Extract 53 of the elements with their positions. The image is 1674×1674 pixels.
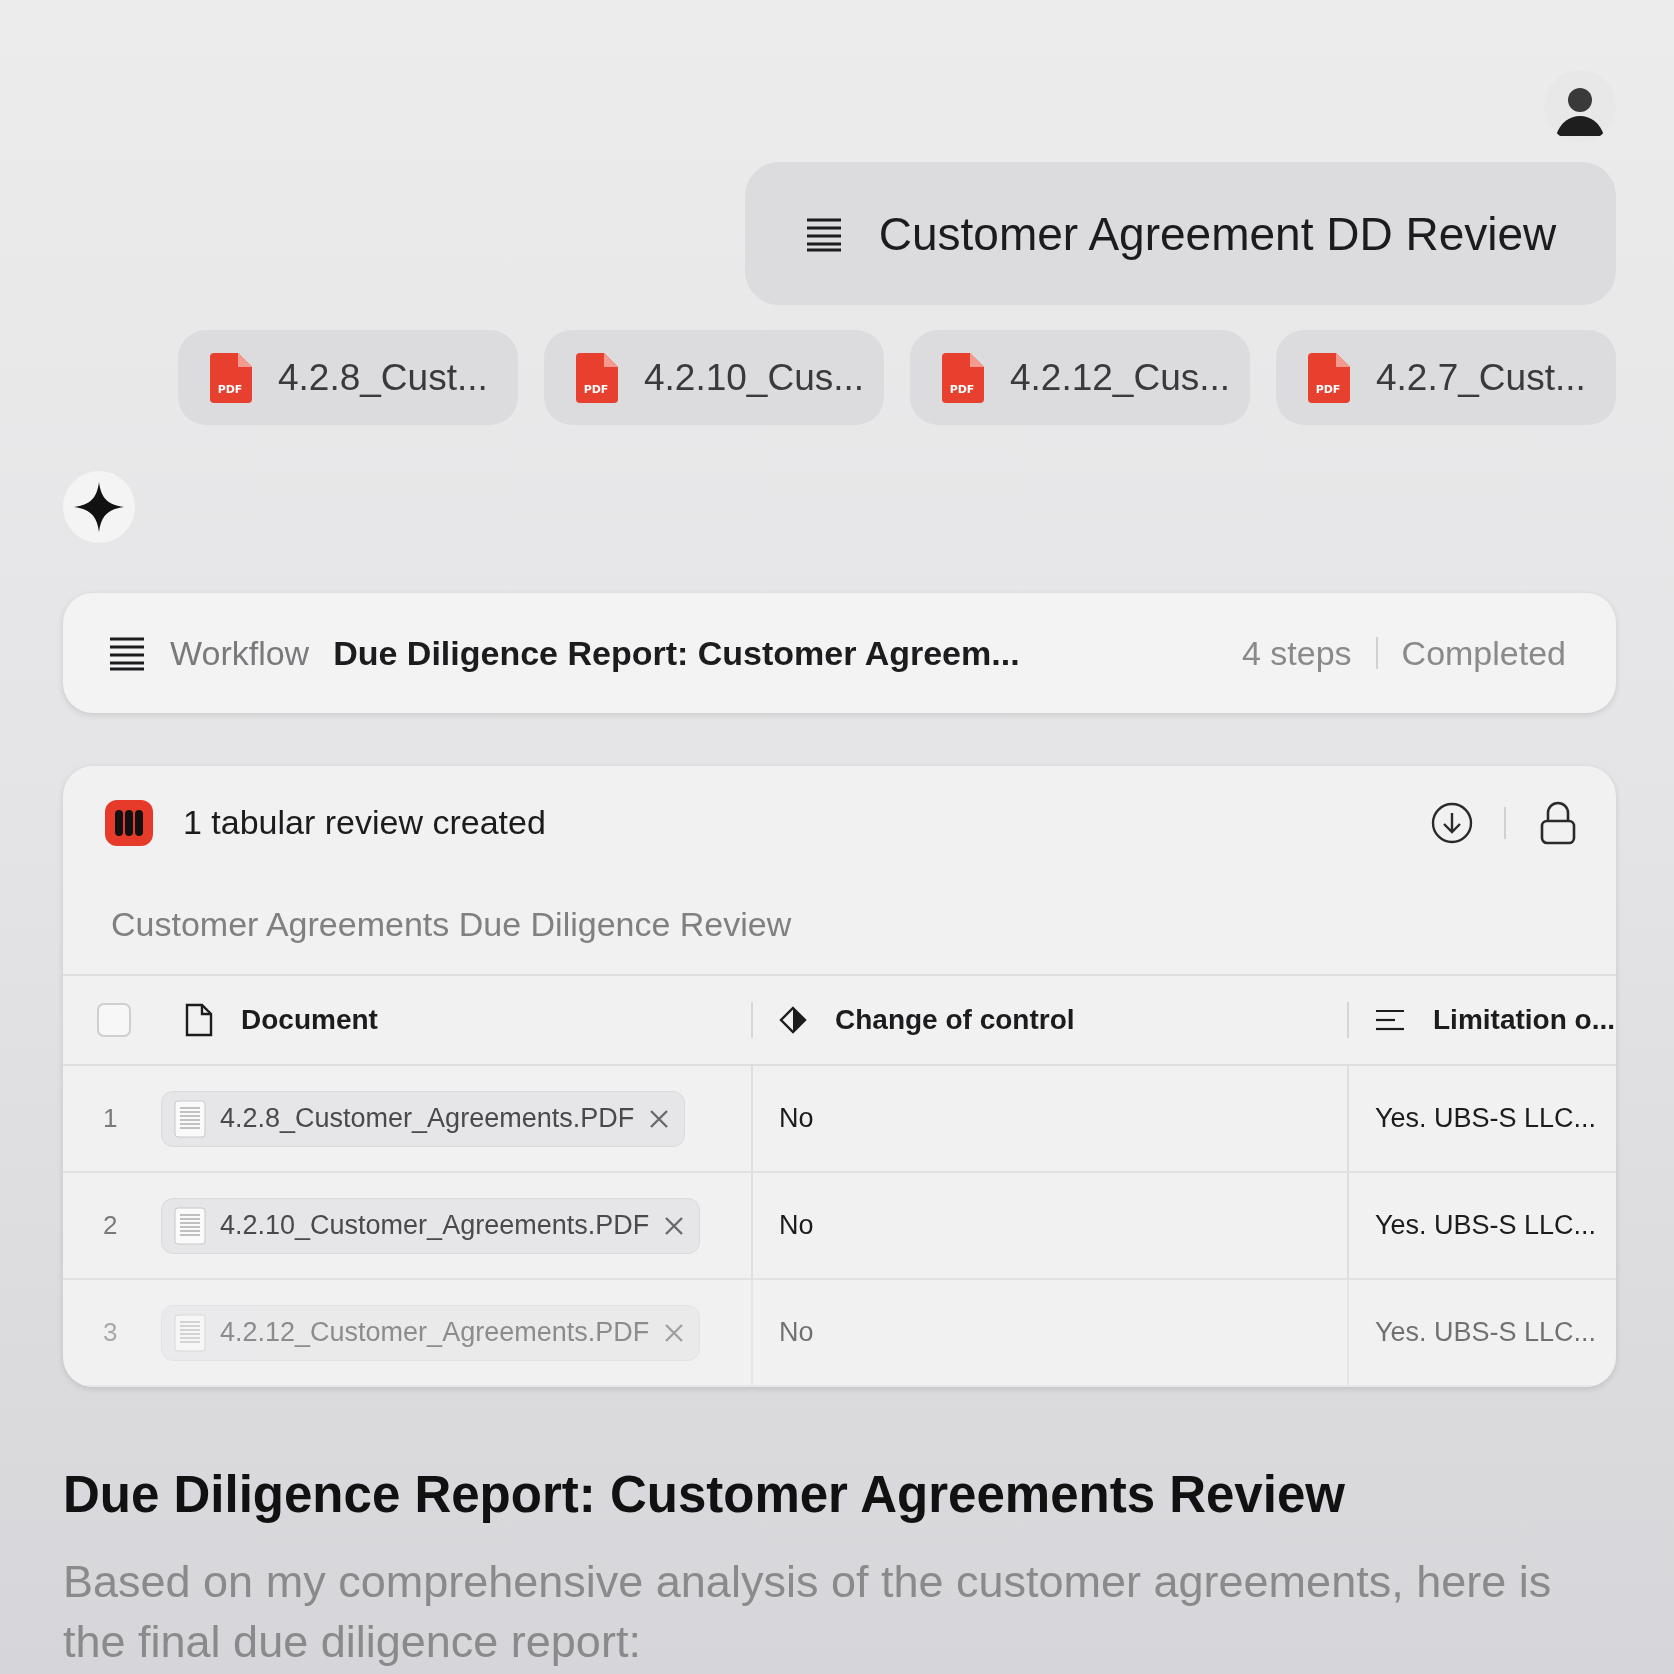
review-subtitle: Customer Agreements Due Diligence Review: [111, 905, 792, 944]
pdf-file-icon: PDF: [942, 352, 984, 403]
attachment-chip[interactable]: PDF 4.2.7_Cust...: [1276, 330, 1616, 425]
column-header[interactable]: Change of control: [835, 1004, 1075, 1036]
text-lines-icon: [1375, 1008, 1405, 1032]
diamond-icon: [779, 1006, 807, 1034]
step-count: 4 steps: [1241, 633, 1352, 673]
sparkle-icon: [74, 482, 124, 532]
table-cell: No: [779, 1210, 814, 1241]
workflow-label: Workflow: [170, 633, 310, 673]
attachment-chip[interactable]: PDF 4.2.10_Cus...: [544, 330, 884, 425]
workflow-status: Completed: [1401, 633, 1566, 673]
attachment-chip[interactable]: PDF 4.2.12_Cus...: [910, 330, 1250, 425]
download-button[interactable]: [1430, 800, 1474, 845]
column-header[interactable]: Document: [241, 1004, 378, 1036]
close-icon[interactable]: [648, 1107, 671, 1130]
list-icon: [108, 635, 146, 671]
row-number: 3: [103, 1317, 118, 1348]
table-cell: Yes. UBS-S LLC...: [1375, 1103, 1597, 1134]
attachment-name: 4.2.8_Cust...: [278, 356, 488, 399]
pdf-file-icon: PDF: [576, 352, 618, 403]
pdf-file-icon: PDF: [210, 352, 252, 403]
document-thumbnail-icon: [174, 1313, 206, 1352]
pdf-file-icon: PDF: [1308, 352, 1350, 403]
table-cell: No: [779, 1103, 814, 1134]
row-number: 2: [103, 1210, 118, 1241]
close-icon[interactable]: [663, 1214, 686, 1237]
workflow-card[interactable]: Workflow Due Diligence Report: Customer Agreem... 4 steps Completed: [63, 593, 1616, 713]
column-header[interactable]: Limitation o...: [1433, 1004, 1615, 1036]
workflow-name: Due Diligence Report: Customer Agreem...: [333, 633, 1021, 673]
thread-title: Customer Agreement DD Review: [878, 206, 1557, 261]
document-thumbnail-icon: [174, 1206, 206, 1245]
columns-app-icon: [105, 799, 153, 846]
close-icon[interactable]: [663, 1321, 686, 1344]
document-thumbnail-icon: [174, 1099, 206, 1138]
attachment-name: 4.2.12_Cus...: [1010, 356, 1231, 399]
document-chip[interactable]: 4.2.10_Customer_Agreements.PDF: [161, 1197, 701, 1254]
report-paragraph: Based on my comprehensive analysis of the customer agreements, here is the final due diligence report:: [63, 1555, 1553, 1669]
document-name: 4.2.12_Customer_Agreements.PDF: [220, 1317, 650, 1348]
report-heading: Due Diligence Report: Customer Agreements Review: [63, 1465, 1346, 1524]
attachment-name: 4.2.7_Cust...: [1376, 356, 1586, 399]
attachment-chip[interactable]: PDF 4.2.8_Cust...: [178, 330, 518, 425]
document-icon: [185, 1003, 213, 1037]
table-cell: Yes. UBS-S LLC...: [1375, 1210, 1597, 1241]
row-number: 1: [103, 1103, 118, 1134]
review-title: 1 tabular review created: [183, 803, 547, 842]
attachment-name: 4.2.10_Cus...: [644, 356, 865, 399]
table-cell: Yes. UBS-S LLC...: [1375, 1317, 1597, 1348]
document-name: 4.2.10_Customer_Agreements.PDF: [220, 1210, 650, 1241]
select-all-checkbox[interactable]: [97, 1003, 131, 1037]
document-name: 4.2.8_Customer_Agreements.PDF: [220, 1103, 635, 1134]
document-chip[interactable]: 4.2.8_Customer_Agreements.PDF: [161, 1090, 686, 1147]
table-cell: No: [779, 1317, 814, 1348]
